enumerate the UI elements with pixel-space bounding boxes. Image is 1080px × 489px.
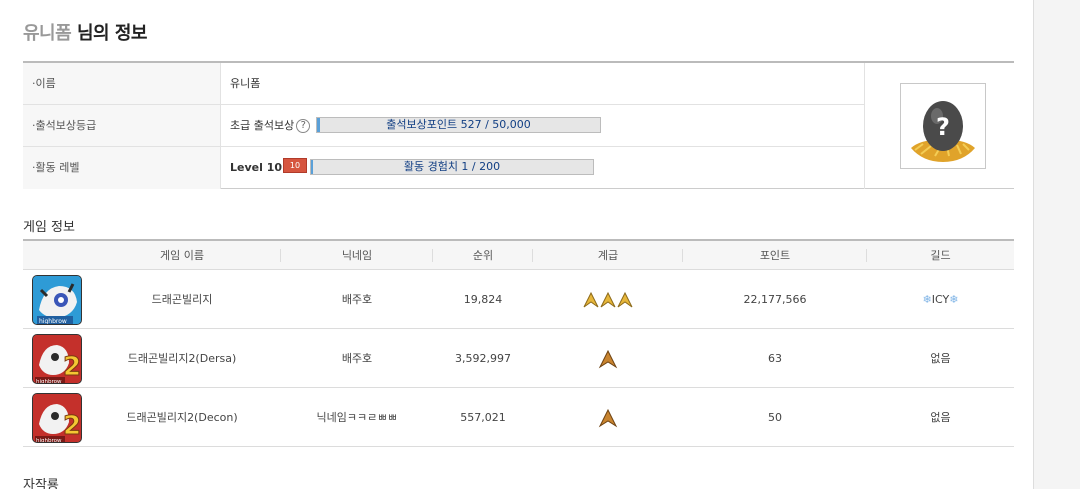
- game-points: 63: [768, 352, 782, 365]
- avatar-cell: ?: [864, 63, 1014, 189]
- header-nickname: 닉네임: [281, 241, 433, 270]
- dragon-village-2-icon[interactable]: 2 highbrow: [32, 334, 82, 384]
- header-game-name: 게임 이름: [83, 241, 281, 270]
- exp-progress-bar: 활동 경험치 1 / 200: [310, 159, 594, 175]
- header-guild: 길드: [930, 249, 951, 262]
- attendance-grade-text: 초급 출석보상: [230, 119, 295, 132]
- svg-text:2: 2: [63, 352, 81, 382]
- attendance-progress-text: 출석보상포인트 527 / 50,000: [386, 118, 531, 131]
- dragon-village-2-icon[interactable]: 2 highbrow: [32, 393, 82, 443]
- table-row: 2 highbrow 드래곤빌리지2(Decon) 닉네임ㅋㅋㄹㅃㅃ 557,0…: [23, 388, 1014, 447]
- game-points: 50: [768, 411, 782, 424]
- game-points: 22,177,566: [743, 293, 807, 306]
- svg-text:?: ?: [936, 113, 950, 141]
- game-grade: [533, 388, 683, 447]
- table-row: highbrow 드래곤빌리지 배주호 19,824 22,177,566 ❄I…: [23, 270, 1014, 329]
- game-info-table: 게임 이름 닉네임 순위 계급 포인트 길드 highbrow 드래곤빌리지 배…: [23, 239, 1014, 447]
- dragon-village-icon[interactable]: highbrow: [32, 275, 82, 325]
- game-guild: 없음: [930, 411, 951, 424]
- game-rank: 19,824: [463, 293, 503, 306]
- game-grade: [533, 329, 683, 388]
- game-nickname: 배주호: [341, 352, 373, 365]
- header-rank: 순위: [433, 241, 533, 270]
- game-nickname: 닉네임ㅋㅋㄹㅃㅃ: [316, 411, 398, 424]
- svg-text:highbrow: highbrow: [36, 379, 62, 384]
- name-value: 유니폼: [230, 77, 261, 90]
- egg-question-avatar-icon: ?: [911, 101, 975, 162]
- game-guild: 없음: [930, 352, 951, 365]
- avatar: ?: [900, 83, 986, 169]
- exp-progress-fill: [311, 160, 314, 174]
- guild-name: ICY: [931, 293, 950, 306]
- svg-text:highbrow: highbrow: [39, 318, 67, 325]
- attendance-grade: 초급 출석보상?: [230, 105, 311, 146]
- rank-triple-gold-icon: [583, 291, 633, 308]
- title-suffix: 님의 정보: [76, 23, 148, 44]
- game-name[interactable]: 드래곤빌리지: [83, 270, 281, 329]
- attendance-label: ·출석보상등급: [23, 105, 221, 146]
- help-icon[interactable]: ?: [296, 119, 311, 133]
- game-rank: 3,592,997: [455, 352, 511, 365]
- level-badge: 10: [283, 158, 307, 173]
- svg-text:2: 2: [63, 411, 81, 441]
- game-grade: [533, 270, 683, 329]
- custom-dragon-title: 자작룡: [23, 478, 59, 489]
- game-rank: 557,021: [460, 411, 506, 424]
- table-header: 게임 이름 닉네임 순위 계급 포인트 길드: [23, 241, 1014, 270]
- attendance-progress-bar: 출석보상포인트 527 / 50,000: [316, 117, 601, 133]
- game-name[interactable]: 드래곤빌리지2(Dersa): [83, 329, 281, 388]
- game-info-title: 게임 정보: [23, 220, 75, 235]
- level-value: Level 10: [230, 161, 283, 174]
- snowflake-icon: ❄: [922, 293, 932, 306]
- level-label: ·활동 레벨: [23, 147, 221, 189]
- title-nickname: 유니폼: [23, 23, 72, 44]
- rank-bronze-chevron-icon: [598, 349, 618, 369]
- page-title: 유니폼 님의 정보: [23, 19, 147, 45]
- header-grade: 계급: [533, 241, 683, 270]
- table-row: 2 highbrow 드래곤빌리지2(Dersa) 배주호 3,592,997 …: [23, 329, 1014, 388]
- game-guild[interactable]: ❄ICY❄: [867, 270, 1014, 329]
- header-points: 포인트: [683, 241, 867, 270]
- game-nickname: 배주호: [341, 293, 373, 306]
- rank-bronze-chevron-icon: [598, 408, 618, 428]
- info-row-name: ·이름 유니폼: [23, 63, 864, 105]
- exp-progress-text: 활동 경험치 1 / 200: [403, 160, 501, 173]
- snowflake-icon: ❄: [949, 293, 959, 306]
- name-label: ·이름: [23, 63, 221, 104]
- attendance-progress-fill: [317, 118, 320, 132]
- profile-panel: 유니폼 님의 정보 ·이름 유니폼 ·출석보상등급 초급 출석보상? ·활동 레…: [0, 0, 1034, 489]
- svg-text:highbrow: highbrow: [36, 438, 62, 443]
- game-name[interactable]: 드래곤빌리지2(Decon): [83, 388, 281, 447]
